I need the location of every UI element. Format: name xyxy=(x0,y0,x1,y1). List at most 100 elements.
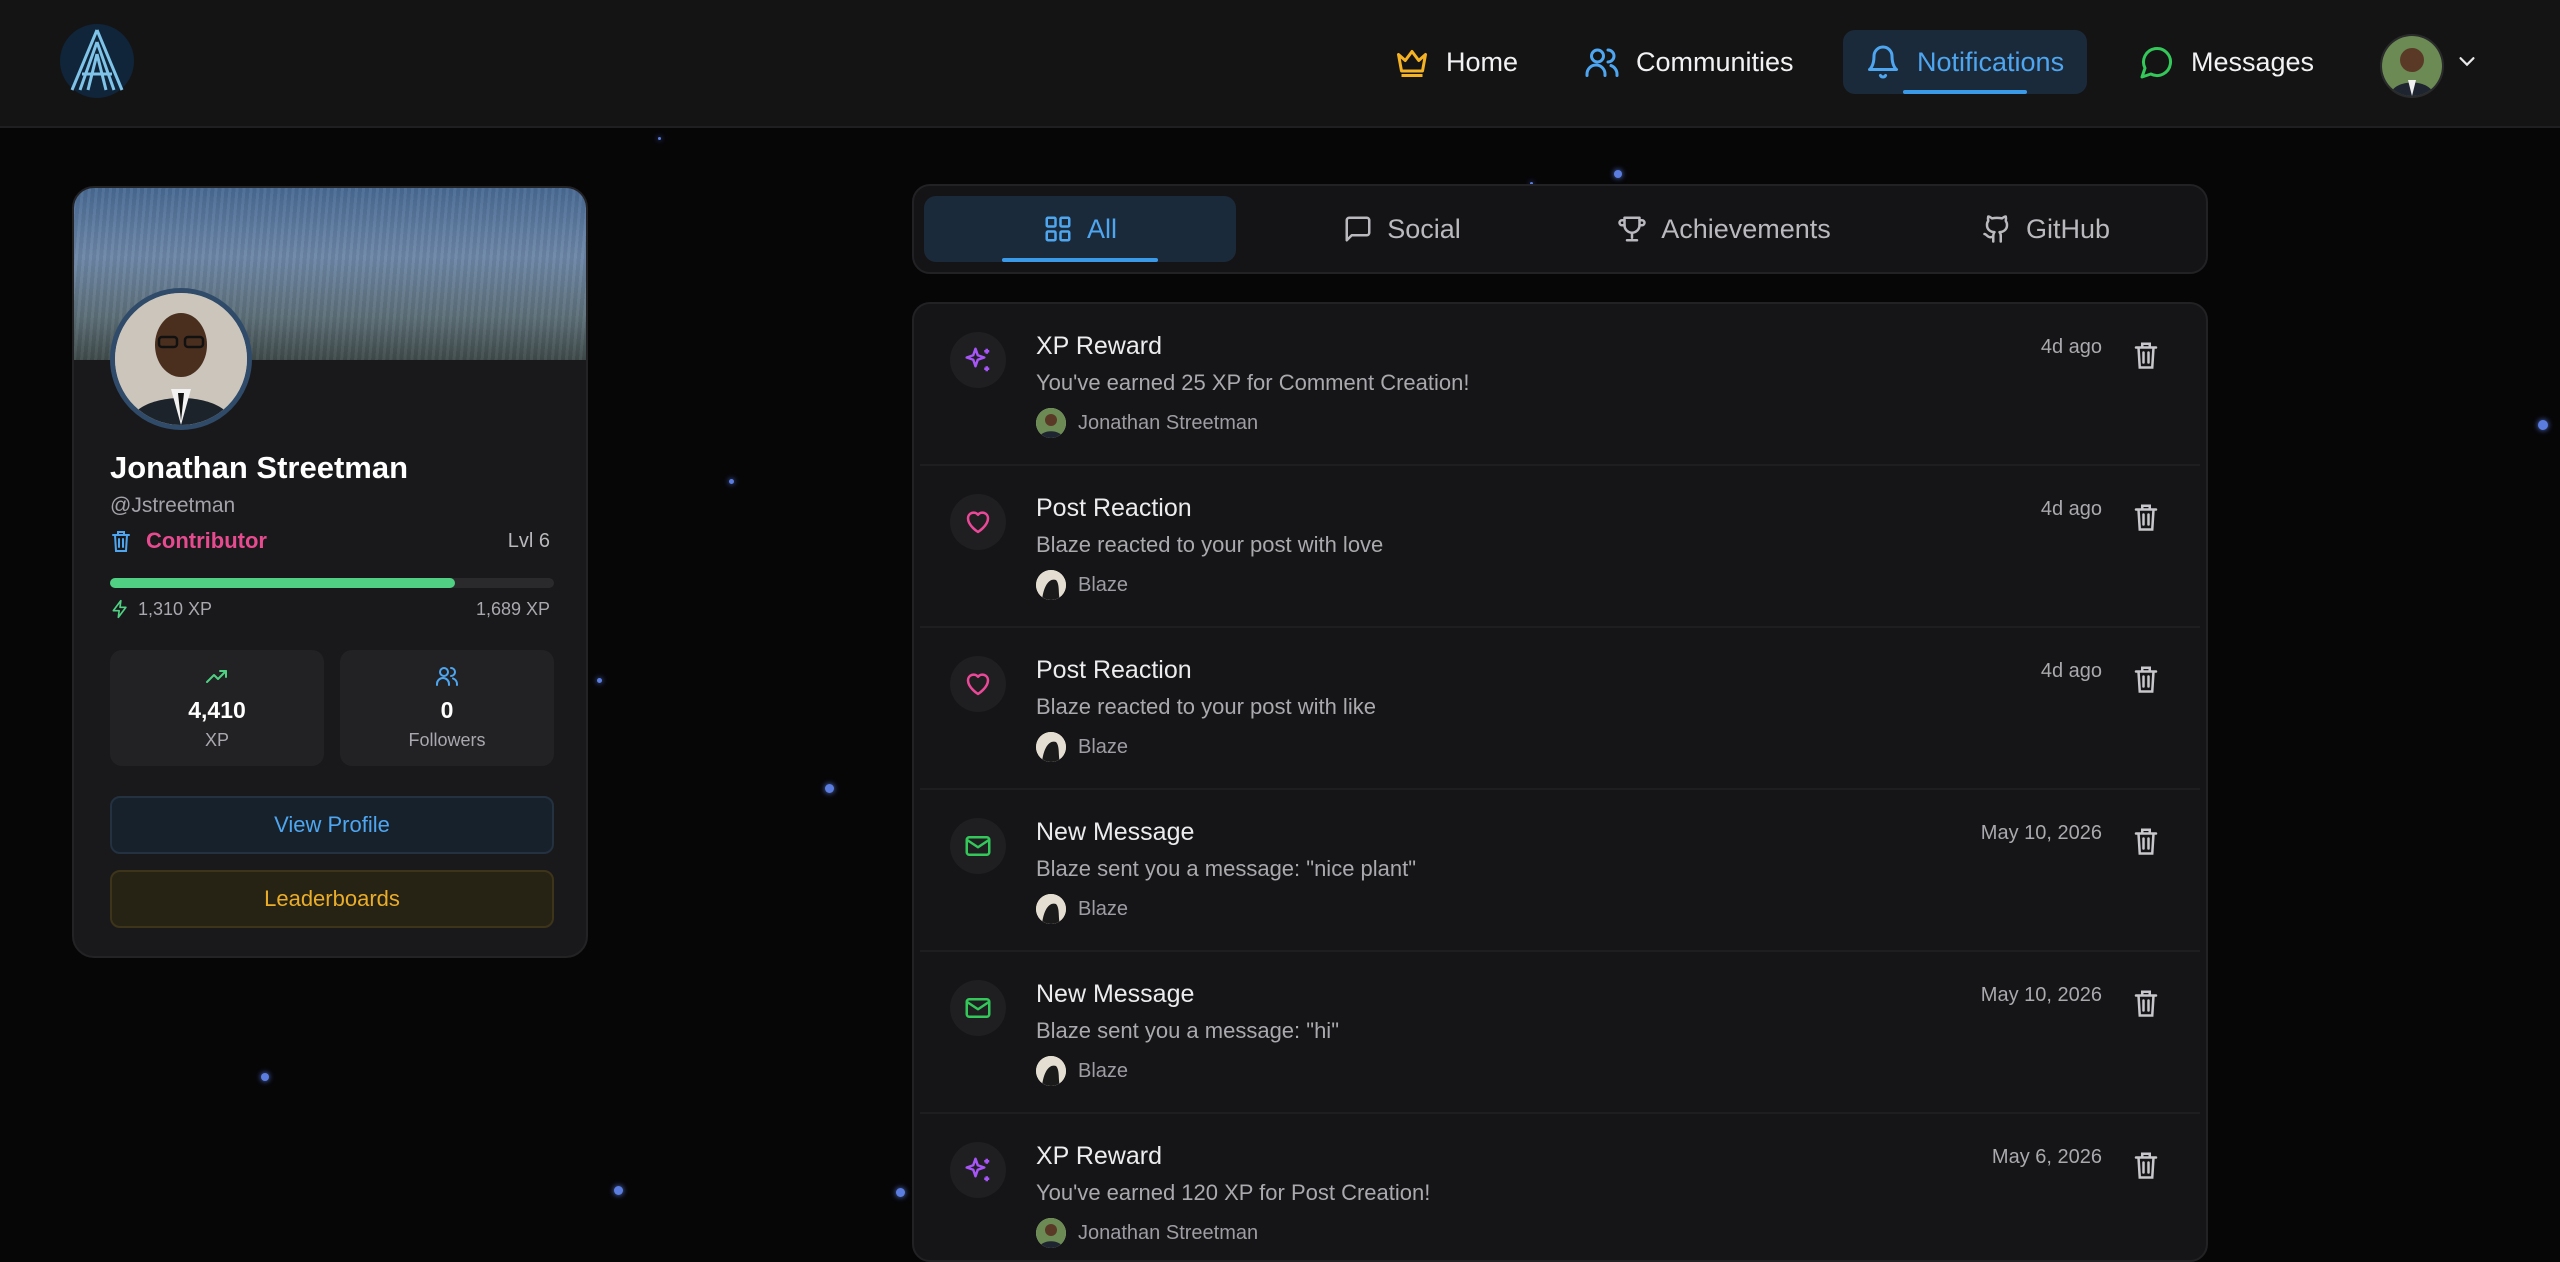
background-star xyxy=(261,1073,269,1081)
stat-followers-value: 0 xyxy=(440,697,454,723)
stat-xp-label: XP xyxy=(204,730,229,750)
xp-current-label: 1,310 XP xyxy=(138,598,213,619)
notification-type-icon xyxy=(950,1142,1006,1198)
trash-role-icon xyxy=(112,531,130,552)
tab-all[interactable]: All xyxy=(924,196,1236,262)
notification-type-icon xyxy=(950,494,1006,550)
background-star xyxy=(896,1188,905,1197)
nav-home[interactable]: Home xyxy=(1372,30,1540,94)
notification-user-name: Jonathan Streetman xyxy=(1078,411,1259,434)
nav-communities[interactable]: Communities xyxy=(1562,30,1816,94)
tab-social-label: Social xyxy=(1387,213,1461,244)
stat-followers[interactable]: 0 Followers xyxy=(340,650,554,766)
notification-text: You've earned 120 XP for Post Creation! xyxy=(1036,1180,1431,1205)
trash-icon[interactable] xyxy=(2132,340,2160,370)
trash-icon[interactable] xyxy=(2132,1150,2160,1180)
notification-title: XP Reward xyxy=(1036,1142,1162,1170)
view-profile-button[interactable]: View Profile xyxy=(110,796,554,854)
tab-achievements-label: Achievements xyxy=(1661,213,1831,244)
notification-item[interactable]: Post Reaction Blaze reacted to your post… xyxy=(920,466,2200,628)
nav-home-label: Home xyxy=(1446,46,1519,77)
leaderboards-button[interactable]: Leaderboards xyxy=(110,870,554,928)
nav-notifications-label: Notifications xyxy=(1917,46,2065,77)
notification-user-name: Blaze xyxy=(1078,573,1129,596)
tab-all-label: All xyxy=(1086,213,1117,244)
xp-current: 1,310 XP xyxy=(110,598,212,620)
profile-handle: @Jstreetman xyxy=(110,494,236,517)
notification-list: XP Reward You've earned 25 XP for Commen… xyxy=(912,302,2208,1262)
notification-user: Blaze xyxy=(1036,570,1128,600)
notification-user-name: Blaze xyxy=(1078,735,1129,758)
notification-text: Blaze reacted to your post with like xyxy=(1036,694,1376,719)
notification-text: Blaze sent you a message: "nice plant" xyxy=(1036,856,1417,881)
chevron-down-icon[interactable] xyxy=(2456,50,2478,72)
avatar xyxy=(1036,1056,1066,1086)
user-avatar-button[interactable] xyxy=(2380,34,2444,98)
nav-messages[interactable]: Messages xyxy=(2117,30,2336,94)
notification-text: You've earned 25 XP for Comment Creation… xyxy=(1036,370,1470,395)
trash-icon[interactable] xyxy=(2132,664,2160,694)
nav-notifications[interactable]: Notifications xyxy=(1843,30,2087,94)
notification-time: 4d ago xyxy=(2040,498,2102,520)
avatar xyxy=(115,293,247,425)
notification-user: Blaze xyxy=(1036,732,1128,762)
background-star xyxy=(597,678,602,683)
tab-social[interactable]: Social xyxy=(1246,196,1558,262)
notification-user-name: Blaze xyxy=(1078,897,1129,920)
heart-icon xyxy=(966,511,990,534)
sparkles-icon xyxy=(965,1157,990,1182)
notification-time: May 10, 2026 xyxy=(1980,984,2102,1006)
active-nav-indicator xyxy=(1903,90,2027,94)
notification-user-name: Blaze xyxy=(1078,1059,1129,1082)
notification-item[interactable]: XP Reward You've earned 120 XP for Post … xyxy=(920,1114,2200,1260)
trash-icon[interactable] xyxy=(2132,988,2160,1018)
main-nav: Home Communities Notifications Messages xyxy=(0,30,2560,94)
notification-text: Blaze sent you a message: "hi" xyxy=(1036,1018,1340,1043)
avatar xyxy=(1036,408,1066,438)
notification-type-icon xyxy=(950,980,1006,1036)
xp-progress-bar xyxy=(110,578,554,588)
avatar xyxy=(1036,1218,1066,1248)
notification-user: Jonathan Streetman xyxy=(1036,1218,1258,1248)
chat-icon xyxy=(1345,216,1371,242)
notification-title: New Message xyxy=(1036,980,1195,1008)
heart-icon xyxy=(966,673,990,696)
users-icon xyxy=(436,667,458,686)
sparkles-icon xyxy=(965,347,990,372)
trash-icon[interactable] xyxy=(2132,502,2160,532)
mail-icon xyxy=(965,836,991,856)
notification-user: Jonathan Streetman xyxy=(1036,408,1258,438)
tab-github[interactable]: GitHub xyxy=(1890,196,2202,262)
role-badge: Contributor xyxy=(110,528,267,554)
role-label: Contributor xyxy=(146,528,267,553)
message-circle-icon xyxy=(2140,46,2173,79)
notification-item[interactable]: New Message Blaze sent you a message: "n… xyxy=(920,790,2200,952)
notification-filter-tabs: All Social Achievements GitHub xyxy=(912,184,2208,274)
trophy-icon xyxy=(1618,216,1646,242)
avatar xyxy=(1036,732,1066,762)
notification-title: Post Reaction xyxy=(1036,656,1192,684)
notification-time: May 10, 2026 xyxy=(1980,822,2102,844)
profile-card: Jonathan Streetman @Jstreetman Contribut… xyxy=(72,186,588,958)
notification-item[interactable]: Post Reaction Blaze reacted to your post… xyxy=(920,628,2200,790)
notification-user: Blaze xyxy=(1036,1056,1128,1086)
xp-progress-fill xyxy=(110,578,455,588)
notification-time: May 6, 2026 xyxy=(1991,1146,2102,1168)
stat-followers-label: Followers xyxy=(408,730,486,750)
notification-type-icon xyxy=(950,818,1006,874)
avatar xyxy=(2382,36,2442,96)
trash-icon[interactable] xyxy=(2132,826,2160,856)
notification-time: 4d ago xyxy=(2040,336,2102,358)
avatar xyxy=(1036,894,1066,924)
stat-xp: 4,410 XP xyxy=(110,650,324,766)
notification-item[interactable]: New Message Blaze sent you a message: "h… xyxy=(920,952,2200,1114)
profile-avatar[interactable] xyxy=(110,288,252,430)
nav-communities-label: Communities xyxy=(1636,46,1794,77)
background-star xyxy=(2538,420,2548,430)
tab-achievements[interactable]: Achievements xyxy=(1568,196,1880,262)
notification-item[interactable]: XP Reward You've earned 25 XP for Commen… xyxy=(920,304,2200,466)
tab-github-label: GitHub xyxy=(2025,213,2111,244)
notification-title: Post Reaction xyxy=(1036,494,1192,522)
top-navigation-bar: Home Communities Notifications Messages xyxy=(0,0,2560,128)
notification-title: XP Reward xyxy=(1036,332,1162,360)
